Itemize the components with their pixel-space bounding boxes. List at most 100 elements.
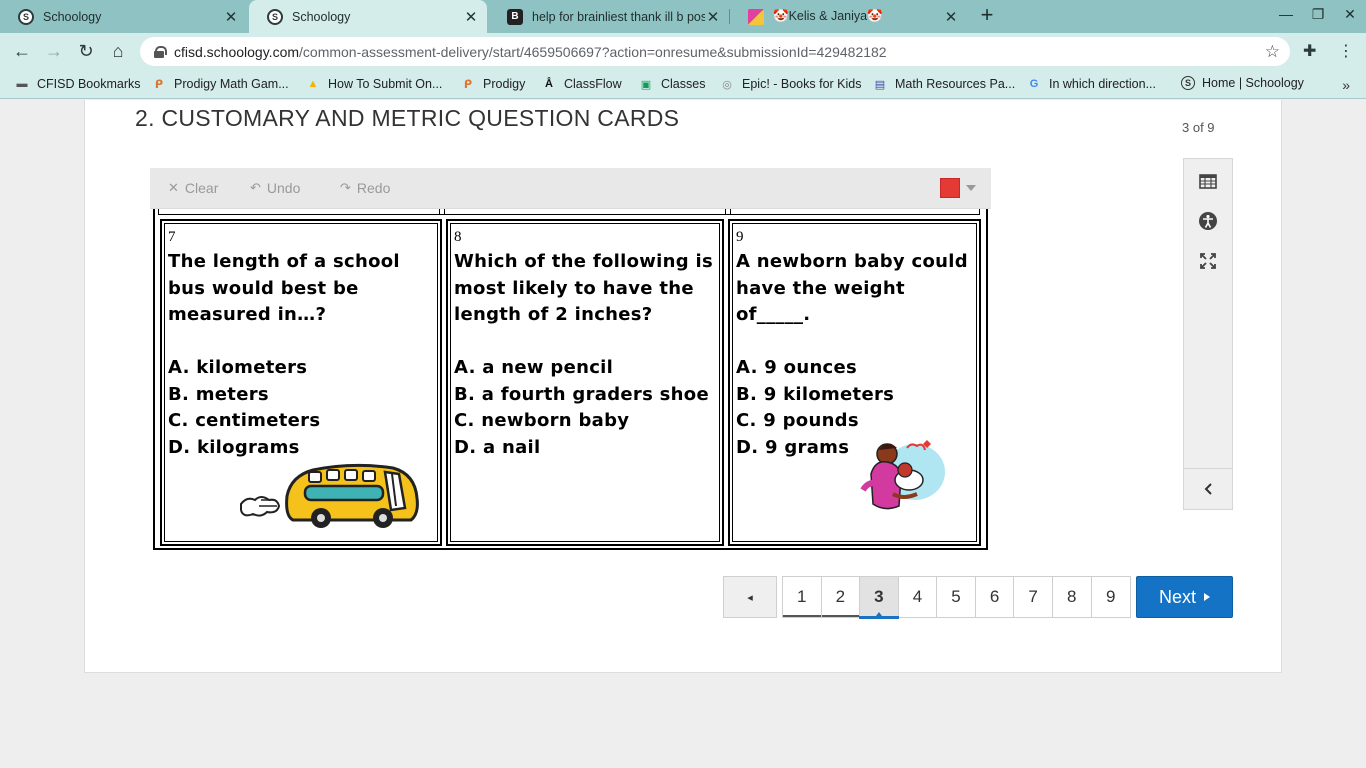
epic-icon: ◎ — [722, 78, 732, 91]
previous-question-button[interactable]: ◂ — [723, 576, 777, 618]
fullscreen-icon[interactable] — [1184, 241, 1232, 281]
folder-icon: ▬ — [16, 78, 28, 90]
close-window-icon[interactable]: ✕ — [1340, 6, 1360, 23]
close-icon[interactable]: ✕ — [223, 8, 239, 26]
forward-icon[interactable]: → — [42, 39, 66, 63]
calendar-icon[interactable] — [1184, 161, 1232, 201]
clear-button[interactable]: ✕ Clear — [168, 180, 218, 196]
redo-icon: ↷ — [340, 180, 351, 195]
close-icon[interactable]: ✕ — [463, 8, 479, 26]
schoology-icon: S — [267, 8, 283, 25]
menu-kebab-icon[interactable]: ⋮ — [1338, 41, 1354, 61]
bookmark-label: CFISD Bookmarks — [37, 77, 141, 91]
tool-side-panel — [1183, 158, 1233, 510]
bookmark-classes[interactable]: ▣ Classes — [638, 76, 706, 92]
pen-color-swatch[interactable] — [940, 178, 960, 198]
bookmark-label: How To Submit On... — [328, 77, 443, 91]
card-number: 8 — [454, 229, 462, 245]
card-edge — [158, 209, 440, 215]
card-edge — [730, 209, 980, 215]
new-tab-button[interactable]: + — [976, 4, 998, 28]
card-question: A newborn baby could have the weight of_… — [736, 251, 968, 325]
more-bookmarks-icon[interactable]: » — [1342, 77, 1350, 93]
question-card-8: 8 Which of the following is most likely … — [446, 219, 724, 546]
tab-schoology-1[interactable]: S Schoology ✕ — [0, 0, 247, 33]
page-3-button[interactable]: 3 — [859, 577, 899, 619]
close-icon[interactable]: ✕ — [943, 8, 959, 26]
minimize-icon[interactable]: — — [1276, 6, 1296, 22]
bookmark-prodigy[interactable]: ᑭ Prodigy — [460, 76, 525, 92]
bookmark-classflow[interactable]: Å ClassFlow — [541, 76, 622, 92]
bookmark-math-resources[interactable]: ▤ Math Resources Pa... — [872, 76, 1015, 92]
next-question-button[interactable]: Next — [1136, 576, 1233, 618]
home-icon[interactable]: ⌂ — [106, 39, 130, 63]
undo-label: Undo — [266, 180, 301, 196]
reload-icon[interactable]: ↻ — [74, 39, 98, 63]
bookmark-prodigy-math[interactable]: ᑭ Prodigy Math Gam... — [151, 76, 289, 92]
classflow-icon: Å — [545, 78, 553, 90]
url-host: cfisd.schoology.com — [174, 43, 300, 60]
redo-label: Redo — [356, 180, 391, 196]
option-a: A. a new pencil — [454, 357, 614, 378]
next-label: Next — [1158, 586, 1196, 607]
undo-button[interactable]: ↶ Undo — [250, 180, 300, 196]
bookmark-epic[interactable]: ◎ Epic! - Books for Kids — [719, 76, 861, 92]
question-title: 2. CUSTOMARY AND METRIC QUESTION CARDS — [135, 105, 680, 131]
school-bus-clipart — [240, 463, 419, 528]
tab-title: help for brainliest thank ill b post — [532, 9, 705, 24]
tab-brainly[interactable]: B help for brainliest thank ill b post ✕ — [489, 0, 729, 33]
jamboard-icon — [748, 8, 764, 25]
card-number: 9 — [736, 229, 744, 245]
card-options: A. kilometers B. meters C. centimeters D… — [168, 355, 320, 461]
brainly-icon: B — [507, 8, 523, 25]
option-b: B. meters — [168, 383, 269, 405]
bookmark-label: Math Resources Pa... — [895, 77, 1016, 91]
question-cards-image[interactable]: 7 The length of a school bus would best … — [151, 209, 989, 551]
bookmark-cfisd[interactable]: ▬ CFISD Bookmarks — [14, 76, 141, 92]
address-bar[interactable]: cfisd.schoology.com/common-assessment-de… — [140, 37, 1290, 66]
chevron-down-icon[interactable] — [966, 185, 976, 191]
page-6-button[interactable]: 6 — [976, 577, 1015, 617]
option-c: C. 9 pounds — [736, 410, 859, 431]
bookmark-star-icon[interactable]: ☆ — [1265, 42, 1280, 62]
option-c: C. newborn baby — [454, 410, 630, 431]
question-card-9: 9 A newborn baby could have the weight o… — [728, 219, 981, 546]
question-progress: 3 of 9 — [1182, 120, 1215, 135]
close-icon[interactable]: ✕ — [705, 8, 721, 26]
bookmark-in-which-direction[interactable]: G In which direction... — [1026, 76, 1156, 92]
bookmark-how-to-submit[interactable]: ▲ How To Submit On... — [305, 76, 443, 92]
redo-button[interactable]: ↷ Redo — [340, 180, 390, 196]
url-path: /common-assessment-delivery/start/465950… — [299, 43, 887, 60]
page-8-button[interactable]: 8 — [1053, 577, 1092, 617]
prodigy-icon: ᑭ — [154, 78, 164, 91]
restore-icon[interactable]: ❐ — [1308, 6, 1328, 23]
page-7-button[interactable]: 7 — [1014, 577, 1053, 617]
bookmark-home-schoology[interactable]: S Home | Schoology — [1181, 76, 1304, 90]
page-4-button[interactable]: 4 — [899, 577, 938, 617]
browser-toolbar: ← → ↻ ⌂ cfisd.schoology.com/common-asses… — [0, 33, 1366, 69]
bookmark-label: Home | Schoology — [1202, 76, 1304, 90]
page-icon: ▤ — [874, 78, 886, 91]
option-a: A. kilometers — [168, 357, 308, 378]
accessibility-icon[interactable] — [1184, 201, 1232, 241]
question-card-7: 7 The length of a school bus would best … — [160, 219, 442, 546]
mother-baby-clipart — [860, 440, 945, 510]
classroom-icon: ▣ — [640, 78, 652, 91]
collapse-left-icon[interactable] — [1184, 469, 1232, 509]
card-question: The length of a school bus would best be… — [168, 251, 400, 325]
drawing-toolbar: ✕ Clear ↶ Undo ↷ Redo — [150, 168, 991, 209]
bookmarks-bar: ▬ CFISD Bookmarks ᑭ Prodigy Math Gam... ▲ H… — [0, 69, 1366, 99]
extensions-icon[interactable]: ✚ — [1303, 41, 1316, 61]
tab-schoology-2[interactable]: S Schoology ✕ — [249, 0, 487, 33]
bookmark-label: In which direction... — [1049, 77, 1156, 91]
back-icon[interactable]: ← — [10, 39, 34, 63]
page-9-button[interactable]: 9 — [1092, 577, 1131, 617]
page-5-button[interactable]: 5 — [937, 577, 976, 617]
page-2-button[interactable]: 2 — [822, 577, 861, 617]
page-1-button[interactable]: 1 — [783, 577, 822, 617]
tab-title: 🤡Kelis & Janiya🤡 — [773, 9, 883, 23]
close-icon: ✕ — [168, 180, 179, 195]
bookmark-label: Prodigy — [483, 77, 526, 91]
tab-jamboard[interactable]: 🤡Kelis & Janiya🤡 ✕ — [730, 0, 967, 33]
chevron-left-icon: ◂ — [747, 591, 753, 604]
